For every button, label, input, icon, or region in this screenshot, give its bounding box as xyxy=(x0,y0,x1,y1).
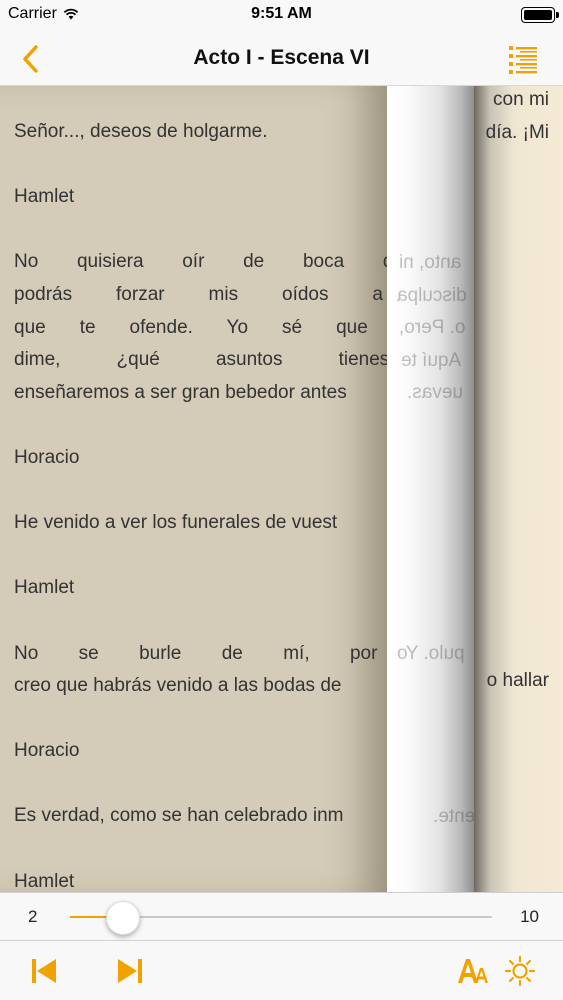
mirrored-text: ente. xyxy=(433,806,474,827)
previous-chapter-button[interactable] xyxy=(24,953,64,989)
page-title: Acto I - Escena VI xyxy=(193,46,370,69)
mirrored-text: o. Pero, xyxy=(399,317,466,338)
paragraph-line: que te ofende. Yo sé que no eres de xyxy=(14,316,387,338)
paragraph-line: He venido a ver los funerales de vuest xyxy=(14,512,338,534)
speaker-name: Horacio xyxy=(14,446,80,468)
slider-max-label: 10 xyxy=(520,907,539,926)
partial-text-fragment: día. ¡Mi xyxy=(485,121,549,143)
font-size-icon xyxy=(458,959,488,983)
status-time: 9:51 AM xyxy=(251,5,312,22)
mirrored-text: pulo. Yo xyxy=(397,643,465,664)
mirrored-text: anto, ni xyxy=(399,252,462,273)
partial-text-top: con mi xyxy=(493,89,549,110)
speaker-name: Hamlet xyxy=(14,577,75,599)
speaker-name: Horacio xyxy=(14,740,80,762)
partial-text-fragment: o hallar xyxy=(486,670,549,691)
bottom-toolbar xyxy=(0,941,563,1000)
font-size-button[interactable] xyxy=(454,953,494,989)
mirrored-text: disculpa xyxy=(397,285,467,306)
paragraph-line: creo que habrás venido a las bodas de xyxy=(14,675,342,697)
paragraph: Señor..., deseos de holgarme. xyxy=(14,121,268,142)
status-bar: Carrier 9:51 AM xyxy=(0,0,563,32)
skip-previous-icon xyxy=(32,959,56,983)
current-page: Señor..., deseos de holgarme. Hamlet No … xyxy=(0,86,387,892)
paragraph-line: No quisiera oír de boca de tu enemi xyxy=(14,251,387,273)
next-page-edge: con mi día. ¡Mi o hallar xyxy=(474,86,563,892)
mirrored-text: uevas. xyxy=(407,382,463,403)
slider-min-label: 2 xyxy=(28,907,38,926)
navigation-bar: Acto I - Escena VI xyxy=(0,32,563,86)
skip-next-icon xyxy=(118,959,142,983)
page-slider-thumb[interactable] xyxy=(105,901,140,935)
paragraph-line: No se burle de mí, por Dios, señor xyxy=(14,642,387,664)
brightness-button[interactable] xyxy=(500,953,540,989)
table-of-contents-button[interactable] xyxy=(503,40,543,78)
speaker-name: Hamlet xyxy=(14,186,75,208)
page-curl[interactable]: anto, ni disculpa o. Pero, Aquí te uevas… xyxy=(387,86,474,892)
reader-page[interactable]: con mi día. ¡Mi o hallar Señor..., deseo… xyxy=(0,86,563,892)
next-chapter-button[interactable] xyxy=(110,953,150,989)
paragraph-line: enseñaremos a ser gran bebedor antes xyxy=(14,381,347,403)
paragraph-line: podrás forzar mis oídos a que admit xyxy=(14,283,387,305)
paragraph-line: dime, ¿qué asuntos tienes en Els xyxy=(14,349,387,371)
list-icon xyxy=(509,46,537,74)
mirrored-text: Aquí te xyxy=(401,350,462,371)
brightness-icon xyxy=(504,955,536,987)
page-text: Señor..., deseos de holgarme. Hamlet No … xyxy=(14,116,387,892)
battery-icon xyxy=(521,7,559,23)
paragraph-line: Es verdad, como se han celebrado inm xyxy=(14,805,344,827)
bottom-controls: 2 10 xyxy=(0,892,563,1000)
speaker-name: Hamlet xyxy=(14,870,75,892)
page-slider-row: 2 10 xyxy=(0,893,563,941)
